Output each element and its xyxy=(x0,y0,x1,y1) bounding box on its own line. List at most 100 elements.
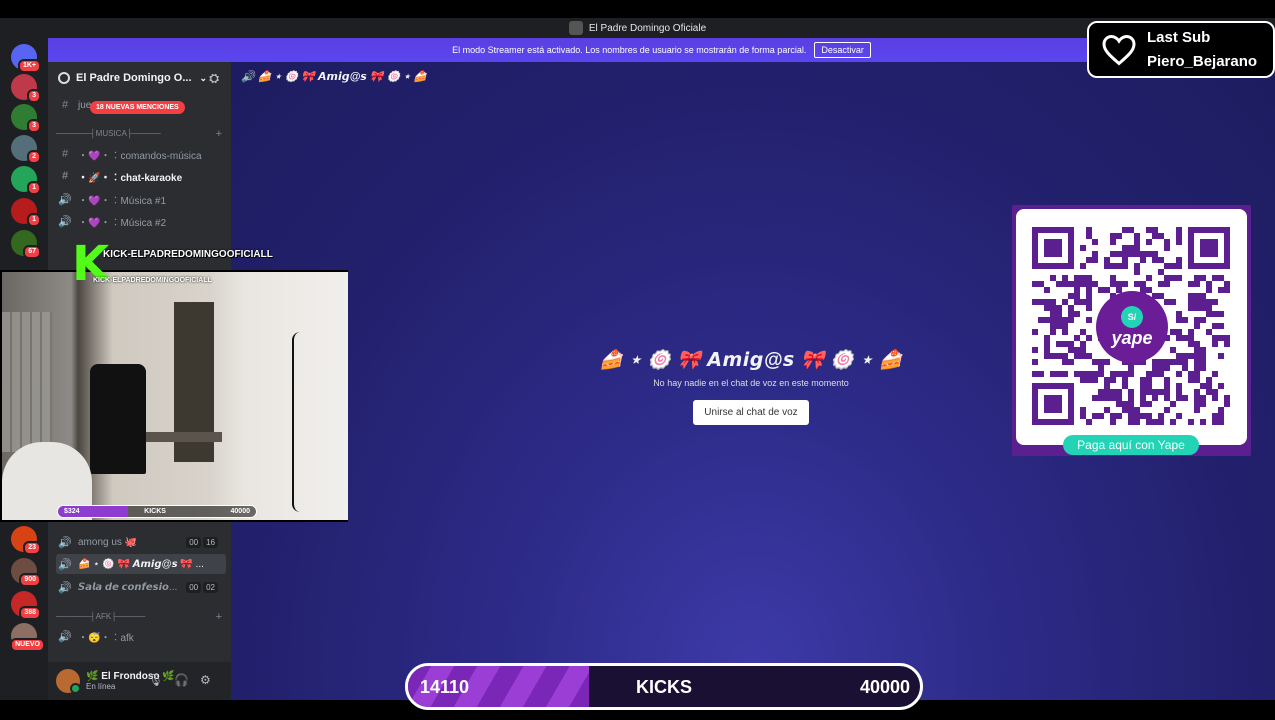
category-label: ──────┤MUSICA├───── xyxy=(56,129,161,138)
count-current: 00 xyxy=(186,536,202,548)
server-header[interactable]: El Padre Domingo O... ⌄ ⛭ xyxy=(48,62,231,94)
category-musica[interactable]: ──────┤MUSICA├───── + xyxy=(56,128,226,140)
join-voice-button[interactable]: Unirse al chat de voz xyxy=(693,400,809,425)
kick-channel-label: KICK-ELPADREDOMINGOOFICIALL xyxy=(103,249,273,260)
speaker-icon: 🔊 xyxy=(58,558,72,571)
server-icon-server-8[interactable]: 900 xyxy=(11,558,41,587)
voice-channel-title: 🍰 ⋆ 🍥 🎀 𝘼𝙢𝙞𝙜@𝙨 🎀 🍥 ⋆ 🍰 xyxy=(599,350,903,371)
webcam-kicks-bar: $324 KICKS 40000 xyxy=(57,505,257,518)
speaker-icon: 🔊 xyxy=(241,71,258,83)
cam-window xyxy=(2,312,52,452)
channel-label: ・💜・︰Música #2 xyxy=(78,217,167,229)
kicks-goal: 40000 xyxy=(859,677,910,697)
server-badge: 1K+ xyxy=(17,59,41,73)
category-label: ──────┤AFK├───── xyxy=(56,612,146,621)
text-channel-icon: # xyxy=(61,148,69,160)
channel-label: 🍰 ⋆ 🍥 🎀 𝘼𝙢𝙞𝙜@𝙨 🎀 ... xyxy=(78,558,204,570)
channel-label: ・💜・︰comandos-música xyxy=(78,150,202,162)
kicks-goal-bar: 14110 KICKS 40000 xyxy=(405,663,923,710)
channel-header: 🔊 🍰 ⋆ 🍥 🎀 𝘼𝙢𝙞𝙜@𝙨 🎀 🍥 ⋆ 🍰 xyxy=(241,70,427,83)
invite-people-icon[interactable]: ⛭ xyxy=(209,71,219,86)
speaker-icon: 🔊 xyxy=(58,193,72,206)
server-icon-server-2[interactable]: 3 xyxy=(11,104,41,133)
gear-icon[interactable]: ⚙ xyxy=(200,673,211,687)
server-badge: 23 xyxy=(23,541,41,555)
server-favicon-icon xyxy=(568,21,583,35)
server-badge: 2 xyxy=(27,150,41,164)
last-sub-label: Last Sub xyxy=(1147,28,1211,46)
count-current: 00 xyxy=(186,581,202,593)
user-count: 00 16 xyxy=(186,536,218,548)
server-icon-server-7[interactable]: 23 xyxy=(11,526,41,555)
cam-desk xyxy=(142,432,222,442)
qr-card: S/ yape xyxy=(1016,209,1247,445)
user-panel: 🌿 El Frondoso 🌿 En línea 🎙 🎧 ⚙ xyxy=(48,662,231,700)
server-icon-server-1[interactable]: 3 xyxy=(11,74,41,103)
webcam-bar-right: 40000 xyxy=(230,508,250,515)
text-channel-icon: # xyxy=(61,170,69,182)
server-badge: 1 xyxy=(27,213,41,227)
server-badge: 67 xyxy=(23,245,41,259)
webcam-bar-label: KICKS xyxy=(144,508,166,515)
last-sub-overlay: Last Sub Piero_Bejarano xyxy=(1087,21,1275,78)
webcam-feed: $324 KICKS 40000 xyxy=(2,272,348,520)
server-badge: 3 xyxy=(27,119,41,133)
server-icon-server-3[interactable]: 2 xyxy=(11,135,41,164)
user-count: 00 02 xyxy=(186,581,218,593)
server-icon-server-4[interactable]: 1 xyxy=(11,166,41,195)
server-icon-dm-home[interactable]: 1K+ xyxy=(11,44,41,73)
channel-label: ・😴・︰afk xyxy=(78,632,134,644)
server-badge: NUEVO xyxy=(10,638,45,652)
yape-logo: S/ yape xyxy=(1096,291,1168,363)
webcam-overlay: $324 KICKS 40000 xyxy=(0,270,348,522)
channel-header-title: 🍰 ⋆ 🍥 🎀 𝘼𝙢𝙞𝙜@𝙨 🎀 🍥 ⋆ 🍰 xyxy=(257,71,428,83)
kicks-label: KICKS xyxy=(635,677,692,697)
voice-empty-message: No hay nadie en el chat de voz en este m… xyxy=(653,378,849,388)
speaker-icon: 🔊 xyxy=(58,536,72,549)
channel-comandos-musica[interactable]: # ・💜・︰comandos-música xyxy=(56,144,226,164)
server-badge: 388 xyxy=(19,606,41,620)
microphone-icon[interactable]: 🎙 xyxy=(148,673,163,687)
server-icon-server-10[interactable]: NUEVO xyxy=(10,623,45,652)
cam-chair xyxy=(90,364,146,474)
add-channel-icon[interactable]: + xyxy=(216,128,222,140)
channel-amigos[interactable]: 🔊 🍰 ⋆ 🍥 🎀 𝘼𝙢𝙞𝙜@𝙨 🎀 ... xyxy=(56,554,226,574)
speaker-icon: 🔊 xyxy=(58,581,72,594)
server-icon-server-5[interactable]: 1 xyxy=(11,198,41,227)
channel-chat-karaoke[interactable]: # ・🚀・︰chat-karaoke xyxy=(56,166,226,186)
category-afk[interactable]: ──────┤AFK├───── + xyxy=(56,611,226,623)
server-icon xyxy=(58,72,70,84)
headphones-icon[interactable]: 🎧 xyxy=(174,673,189,687)
channel-musica-2[interactable]: 🔊 ・💜・︰Música #2 xyxy=(56,211,226,231)
disable-streamer-mode-button[interactable]: Desactivar xyxy=(814,42,871,58)
server-badge: 3 xyxy=(27,89,41,103)
new-mentions-pill[interactable]: 18 NUEVAS MENCIONES xyxy=(90,101,185,114)
text-channel-icon: # xyxy=(61,99,69,111)
server-badge: 900 xyxy=(19,573,41,587)
voice-empty-state: 🍰 ⋆ 🍥 🎀 𝘼𝙢𝙞𝙜@𝙨 🎀 🍥 ⋆ 🍰 No hay nadie en e… xyxy=(589,348,913,425)
channel-among-us[interactable]: 🔊 among us 🐙 00 16 xyxy=(56,532,226,552)
server-icon-server-6[interactable]: 67 xyxy=(11,230,41,259)
yape-badge: S/ xyxy=(1121,305,1143,328)
count-limit: 16 xyxy=(203,536,218,548)
channel-label: among us 🐙 xyxy=(78,536,138,548)
channel-label: ・🚀・︰chat-karaoke xyxy=(78,172,183,184)
kick-channel-sublabel: KICK-ELPADREDOMINGOOFICIALL xyxy=(93,277,212,284)
cam-cable xyxy=(292,332,310,512)
banner-message: El modo Streamer está activado. Los nomb… xyxy=(452,45,807,55)
channel-label: ・💜・︰Música #1 xyxy=(78,195,167,207)
webcam-bar-left: $324 xyxy=(64,508,80,515)
avatar[interactable] xyxy=(56,669,81,694)
server-icon-server-9[interactable]: 388 xyxy=(11,591,41,620)
last-sub-username: Piero_Bejarano xyxy=(1147,52,1258,70)
channel-musica-1[interactable]: 🔊 ・💜・︰Música #1 xyxy=(56,189,226,209)
speaker-icon: 🔊 xyxy=(58,215,72,228)
channel-afk[interactable]: 🔊 ・😴・︰afk xyxy=(56,626,226,646)
count-limit: 02 xyxy=(203,581,218,593)
chevron-down-icon: ⌄ xyxy=(199,72,208,83)
qr-caption: Paga aquí con Yape xyxy=(1063,435,1199,455)
window-titlebar: El Padre Domingo Oficiale xyxy=(0,18,1275,38)
server-badge: 1 xyxy=(27,181,41,195)
channel-sala-confesiones[interactable]: 🔊 𝙎𝙖𝙡𝙖 𝙙𝙚 𝙘𝙤𝙣𝙛𝙚𝙨𝙞𝙤... 00 02 xyxy=(56,577,226,597)
add-channel-icon[interactable]: + xyxy=(216,611,222,623)
